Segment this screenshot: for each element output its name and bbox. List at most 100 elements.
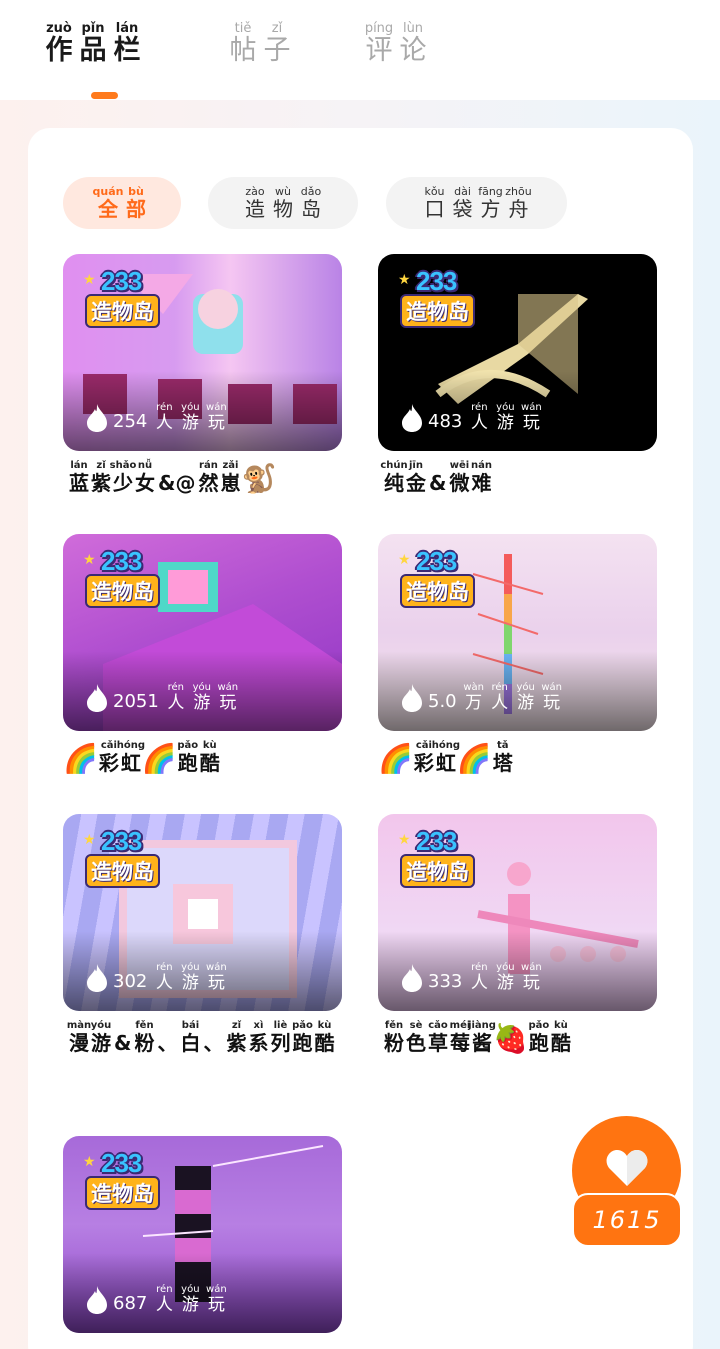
game-card-5[interactable]: ★ 233 造物岛 302 rén 人 yóu 游 wán 玩 bbox=[63, 814, 342, 1011]
play-count-number: 302 bbox=[113, 971, 148, 992]
game-card-2[interactable]: ★ 233 造物岛 483 rén 人 yóu 游 wán 玩 bbox=[378, 254, 657, 451]
pinyin: pǐn bbox=[81, 21, 105, 36]
game-card-4[interactable]: ★ 233 造物岛 5.0 wàn 万 rén 人 yóu 游 wán 玩 bbox=[378, 534, 657, 731]
pinyin: yóu bbox=[181, 402, 200, 413]
ruby-char: yóu 游 bbox=[515, 682, 537, 713]
ruby-char: zuò 作 bbox=[44, 22, 74, 66]
ruby-char: yóu 游 bbox=[494, 402, 516, 433]
ruby-char: píng 评 bbox=[364, 22, 394, 66]
hanzi: 游 bbox=[496, 413, 514, 433]
hanzi: 漫 bbox=[69, 1031, 89, 1055]
ruby-char: yóu 游 bbox=[179, 962, 201, 993]
ruby-char: kù 酷 bbox=[550, 1020, 572, 1054]
ruby-char: rén 人 bbox=[153, 962, 175, 993]
game-card-3[interactable]: ★ 233 造物岛 2051 rén 人 yóu 游 wán 玩 bbox=[63, 534, 342, 731]
play-count: 302 rén 人 yóu 游 wán 玩 bbox=[85, 962, 227, 993]
flame-icon bbox=[87, 1286, 107, 1314]
tab-works[interactable]: zuò 作 pǐn 品 lán 栏 bbox=[44, 22, 142, 66]
ruby-char: kǒu 口 bbox=[422, 186, 448, 221]
logo-number: 233 bbox=[101, 266, 142, 296]
hanzi: 游 bbox=[181, 1295, 199, 1315]
title-emoji: 🌈 bbox=[141, 742, 177, 775]
pinyin: wán bbox=[521, 962, 542, 973]
game-title-6: fěn 粉 sè 色 cǎo 草 méi 莓 jiàng 酱 🍓 pǎo 跑 kù 酷 bbox=[383, 1020, 663, 1054]
hanzi: 紫 bbox=[91, 471, 111, 495]
ruby-char: pǎo 跑 bbox=[177, 740, 199, 774]
pinyin: rén bbox=[167, 682, 184, 693]
hanzi: 袋 bbox=[452, 197, 473, 221]
filter-zaowudao[interactable]: zào 造 wù 物 dǎo 岛 bbox=[208, 177, 358, 229]
star-icon: ★ bbox=[83, 552, 96, 568]
ruby-char: zǐ 紫 bbox=[225, 1020, 247, 1054]
hanzi: 造 bbox=[245, 197, 265, 221]
hanzi: 酷 bbox=[199, 751, 220, 775]
ruby-char: liè 列 bbox=[269, 1020, 291, 1054]
pinyin: wán bbox=[521, 402, 542, 413]
hanzi: 跑 bbox=[528, 1031, 549, 1055]
ruby-char: rén 人 bbox=[165, 682, 187, 713]
tab-comments[interactable]: píng 评 lùn 论 bbox=[364, 22, 428, 66]
ruby-char: dài 袋 bbox=[450, 186, 476, 221]
hanzi: 草 bbox=[428, 1031, 448, 1055]
play-count: 254 rén 人 yóu 游 wán 玩 bbox=[85, 402, 227, 433]
zaowudao-logo: ★ 233 造物岛 bbox=[83, 266, 161, 328]
like-count[interactable]: 1615 bbox=[572, 1193, 682, 1247]
pinyin: lùn bbox=[402, 21, 424, 36]
ruby-char: rán 然 bbox=[197, 460, 219, 494]
ruby-char: nán 难 bbox=[470, 460, 492, 494]
hanzi: 子 bbox=[263, 35, 291, 66]
game-card-7[interactable]: ★ 233 造物岛 687 rén 人 yóu 游 wán 玩 bbox=[63, 1136, 342, 1333]
hanzi: 莓 bbox=[450, 1031, 470, 1055]
ruby-char: kù 酷 bbox=[313, 1020, 335, 1054]
ruby-char: tiě 帖 bbox=[228, 22, 258, 66]
hanzi: 人 bbox=[491, 693, 509, 713]
hanzi: 游 bbox=[517, 693, 535, 713]
hanzi: 人 bbox=[155, 973, 173, 993]
title-emoji: 🌈 bbox=[456, 742, 492, 775]
game-card-6[interactable]: ★ 233 造物岛 333 rén 人 yóu 游 wán 玩 bbox=[378, 814, 657, 1011]
ruby-char: wù 物 bbox=[270, 186, 296, 221]
logo-number: 233 bbox=[416, 826, 457, 856]
hanzi: 游 bbox=[181, 973, 199, 993]
hanzi: 酱 bbox=[472, 1031, 492, 1055]
hanzi: 人 bbox=[470, 973, 488, 993]
ruby-char: wán 玩 bbox=[520, 402, 542, 433]
ruby-char: wàn 万 bbox=[463, 682, 485, 713]
ruby-char: cǎo 草 bbox=[427, 1020, 449, 1054]
hanzi: 品 bbox=[79, 35, 107, 66]
hanzi: 彩 bbox=[413, 751, 434, 775]
star-icon: ★ bbox=[398, 552, 411, 568]
pinyin: yóu bbox=[192, 682, 211, 693]
ruby-char: pǐn 品 bbox=[78, 22, 108, 66]
title-symbol: & bbox=[429, 471, 447, 495]
hanzi: 玩 bbox=[207, 413, 225, 433]
hanzi: 评 bbox=[365, 35, 393, 66]
game-card-1[interactable]: ★ 233 造物岛 254 rén 人 yóu 游 wán 玩 bbox=[63, 254, 342, 451]
play-count-number: 483 bbox=[428, 411, 463, 432]
ruby-char: lán 蓝 bbox=[68, 460, 90, 494]
hanzi: 人 bbox=[470, 413, 488, 433]
play-count: 5.0 wàn 万 rén 人 yóu 游 wán 玩 bbox=[400, 682, 563, 713]
game-title-4: 🌈 cǎi 彩 hóng 虹 🌈 tǎ 塔 bbox=[378, 740, 658, 774]
ruby-char: fěn 粉 bbox=[133, 1020, 155, 1054]
play-count-number: 333 bbox=[428, 971, 463, 992]
pinyin: zǐ bbox=[271, 21, 283, 36]
pinyin: píng bbox=[364, 21, 394, 36]
ruby-char: bái 白 bbox=[179, 1020, 201, 1054]
filter-koudaifangzhou[interactable]: kǒu 口 dài 袋 fāng 方 zhōu 舟 bbox=[386, 177, 567, 229]
star-icon: ★ bbox=[83, 1154, 96, 1170]
tab-posts[interactable]: tiě 帖 zǐ 子 bbox=[228, 22, 292, 66]
hanzi: 栏 bbox=[113, 35, 141, 66]
zaowudao-logo: ★ 233 造物岛 bbox=[398, 546, 476, 608]
hanzi: 紫 bbox=[226, 1031, 247, 1055]
play-count-number: 687 bbox=[113, 1293, 148, 1314]
ruby-char: wán 玩 bbox=[541, 682, 563, 713]
hanzi: 列 bbox=[270, 1031, 291, 1055]
title-emoji: 🐒 bbox=[241, 462, 277, 495]
hanzi: 跑 bbox=[292, 1031, 313, 1055]
filter-all[interactable]: quán 全 bù 部 bbox=[63, 177, 181, 229]
ruby-char: yóu 游 bbox=[191, 682, 213, 713]
pinyin: rén bbox=[471, 402, 488, 413]
hanzi: 论 bbox=[399, 35, 427, 66]
ruby-char: wán 玩 bbox=[205, 402, 227, 433]
